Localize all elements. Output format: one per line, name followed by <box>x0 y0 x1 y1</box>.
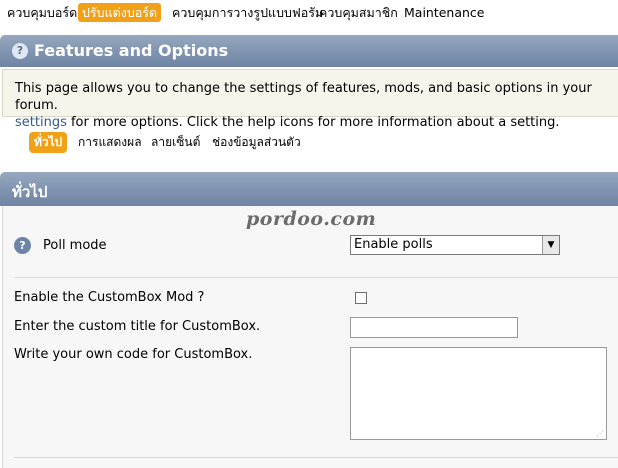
poll-mode-select[interactable]: Enable polls ▼ <box>350 235 560 255</box>
section-header: ? Features and Options <box>0 35 618 67</box>
custombox-title-input[interactable] <box>350 317 518 338</box>
settings-link[interactable]: settings <box>15 115 67 130</box>
description-line-2: settings for more options. Click the hel… <box>15 114 618 131</box>
divider <box>14 457 618 458</box>
poll-mode-label: Poll mode <box>43 238 107 253</box>
description-line-1: This page allows you to change the setti… <box>15 81 592 113</box>
subtab-display[interactable]: การแสดงผล <box>78 132 142 153</box>
group-title: ทั่วไป <box>12 183 48 201</box>
custombox-enable-checkbox[interactable] <box>355 292 367 304</box>
tab-forum-layout[interactable]: ควบคุมการวางรูปแบบฟอรัม <box>172 3 323 22</box>
custombox-code-label: Write your own code for CustomBox. <box>14 347 253 362</box>
custombox-code-textarea[interactable]: ⋰ <box>350 347 607 440</box>
description-line-2-rest: for more options. Click the help icons f… <box>66 115 560 130</box>
divider <box>14 277 618 278</box>
group-header: ทั่วไป <box>0 172 618 206</box>
tab-member-control[interactable]: ควบคุมสมาชิก <box>319 3 398 22</box>
help-icon[interactable]: ? <box>14 237 31 254</box>
subtab-general[interactable]: ทั่วไป <box>29 132 68 153</box>
tab-board-control[interactable]: ควบคุมบอร์ด <box>7 3 77 22</box>
help-icon[interactable]: ? <box>12 43 28 59</box>
tab-board-settings[interactable]: ปรับแต่งบอร์ด <box>78 3 162 22</box>
page-title: Features and Options <box>34 41 229 60</box>
subtab-signature[interactable]: ลายเซ็นต์ <box>151 132 200 153</box>
watermark-text: pordoo.com <box>246 208 377 230</box>
tab-maintenance[interactable]: Maintenance <box>404 3 485 22</box>
section-description: This page allows you to change the setti… <box>2 69 618 130</box>
poll-mode-value: Enable polls <box>354 237 433 252</box>
custombox-title-label: Enter the custom title for CustomBox. <box>14 319 261 334</box>
resize-grip-icon[interactable]: ⋰ <box>596 429 604 438</box>
chevron-down-icon[interactable]: ▼ <box>542 236 559 254</box>
custombox-enable-label: Enable the CustomBox Mod ? <box>14 290 205 305</box>
subtab-profile-fields[interactable]: ช่องข้อมูลส่วนตัว <box>212 132 301 153</box>
settings-subtabs: ทั่วไป การแสดงผล ลายเซ็นต์ ช่องข้อมูลส่ว… <box>0 132 618 154</box>
admin-top-nav: ควบคุมบอร์ด ปรับแต่งบอร์ด ควบคุมการวางรู… <box>0 0 618 26</box>
